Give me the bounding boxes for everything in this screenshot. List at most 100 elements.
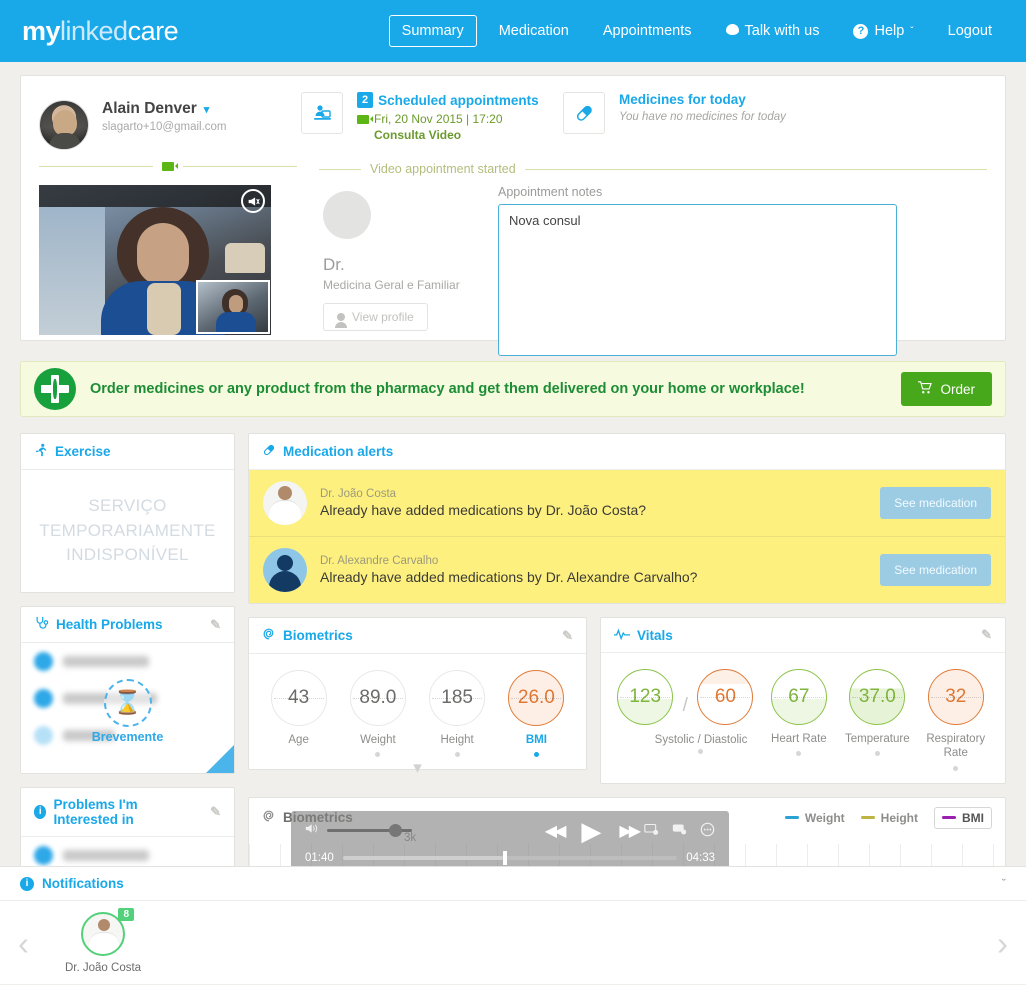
appointment-datetime: Fri, 20 Nov 2015 | 17:20 xyxy=(374,112,503,126)
appointment-notes-input[interactable] xyxy=(498,204,897,356)
metric-temperature[interactable]: 37.0 Temperature xyxy=(841,669,913,771)
player-main-row: ◀◀ ▶ ▶▶ xyxy=(291,814,729,848)
nav-item-logout[interactable]: Logout xyxy=(936,16,1004,46)
question-circle-icon: ? xyxy=(853,23,869,39)
notification-count-badge: 8 xyxy=(118,908,135,921)
metric-series-dot[interactable] xyxy=(874,751,880,757)
brand-logo-linked: linked xyxy=(60,15,128,46)
play-icon[interactable]: ▶ xyxy=(581,818,601,844)
medicines-today-block[interactable]: Medicines for today You have no medicine… xyxy=(557,92,786,134)
legend-item-bmi[interactable]: BMI xyxy=(934,806,992,829)
medication-alerts-card-title: Medication alerts xyxy=(283,444,394,459)
brand-logo[interactable]: mylinkedcare xyxy=(22,15,179,47)
notifications-header[interactable]: i Notifications ˇ xyxy=(0,867,1026,901)
nav-item-medication[interactable]: Medication xyxy=(487,16,581,46)
pill-icon xyxy=(563,92,605,134)
notification-item[interactable]: 8 Dr. João Costa xyxy=(65,908,141,974)
video-call-area[interactable] xyxy=(39,185,271,335)
metric-series-dot[interactable] xyxy=(454,752,460,758)
appointment-notes-label: Appointment notes xyxy=(498,185,603,199)
user-profile-block[interactable]: Alain Denver ▾ slagarto+10@gmail.com xyxy=(39,92,297,150)
nav-item-summary-label: Summary xyxy=(401,23,464,39)
volume-slider[interactable] xyxy=(327,824,412,838)
chevron-down-icon[interactable]: ˇ xyxy=(1002,876,1006,891)
add-health-problem-button[interactable]: + xyxy=(206,745,234,773)
edit-pencil-icon[interactable]: ✎ xyxy=(981,627,992,643)
metric-series-dot[interactable] xyxy=(698,749,703,754)
metric-label: Weight xyxy=(360,734,396,746)
metric-series-dot[interactable] xyxy=(953,765,959,771)
metric-label: Respiratory Rate xyxy=(926,733,986,760)
player-transport-controls: ◀◀ ▶ ▶▶ xyxy=(545,818,641,844)
nav-item-appointments[interactable]: Appointments xyxy=(591,16,704,46)
edit-pencil-icon[interactable]: ✎ xyxy=(210,804,221,820)
nav-item-help-label: Help xyxy=(874,23,905,39)
metric-systolic[interactable]: 123 xyxy=(614,669,676,771)
order-button[interactable]: Order xyxy=(901,372,992,406)
more-options-icon[interactable] xyxy=(700,822,715,840)
metric-series-dot[interactable] xyxy=(375,752,381,758)
player-seek-handle[interactable] xyxy=(503,850,508,865)
alert-content: Dr. Alexandre Carvalho Already have adde… xyxy=(320,555,867,585)
pharmacy-promo-banner: Order medicines or any product from the … xyxy=(20,361,1006,417)
legend-item-weight[interactable]: Weight xyxy=(784,811,845,825)
see-medication-button[interactable]: See medication xyxy=(880,487,991,519)
edit-pencil-icon[interactable]: ✎ xyxy=(562,628,573,644)
chevron-down-icon[interactable]: ▾ xyxy=(413,758,422,778)
biometrics-card: Biometrics ✎ 43 Age 89.0 Weight 185 Heig… xyxy=(248,617,587,777)
view-profile-button[interactable]: View profile xyxy=(323,303,428,331)
fast-forward-icon[interactable]: ▶▶ xyxy=(619,821,641,841)
cart-icon xyxy=(918,381,933,397)
metric-series-dot[interactable] xyxy=(533,752,539,758)
metric-diastolic[interactable]: 60 xyxy=(694,669,756,771)
problems-interested-card-header: i Problems I'm Interested in ✎ xyxy=(21,788,234,837)
scheduled-appointments-block[interactable]: 2 Scheduled appointments Fri, 20 Nov 201… xyxy=(297,92,557,142)
chat-icon[interactable] xyxy=(672,823,687,839)
carousel-next-button[interactable]: › xyxy=(997,927,1008,960)
volume-slider-handle[interactable] xyxy=(389,824,402,838)
metric-height[interactable]: 185 Height xyxy=(421,670,493,758)
pharmacy-cross-icon xyxy=(34,368,76,410)
video-divider-right: Video appointment started xyxy=(297,162,987,176)
nav-item-talk-label: Talk with us xyxy=(744,23,820,39)
metric-bmi[interactable]: 26.0 BMI xyxy=(500,670,572,758)
nav-item-talk-with-us[interactable]: Talk with us xyxy=(714,16,832,46)
nav-item-help[interactable]: ? Help ˇ xyxy=(841,16,925,46)
user-name-row[interactable]: Alain Denver ▾ xyxy=(102,100,227,118)
metric-weight[interactable]: 89.0 Weight xyxy=(342,670,414,758)
metric-series-dot[interactable] xyxy=(796,751,802,757)
avatar[interactable] xyxy=(39,100,89,150)
mute-megaphone-icon[interactable] xyxy=(241,189,265,213)
metric-label: Temperature xyxy=(845,733,910,745)
alert-row: Dr. João Costa Already have added medica… xyxy=(249,470,1005,537)
legend-item-height[interactable]: Height xyxy=(860,811,918,825)
nav-item-summary[interactable]: Summary xyxy=(388,15,477,47)
player-seek-buffer xyxy=(342,855,504,860)
alert-content: Dr. João Costa Already have added medica… xyxy=(320,488,867,518)
player-total-time: 04:33 xyxy=(686,851,715,864)
metric-value-ring: 89.0 xyxy=(349,670,406,726)
local-video-preview[interactable] xyxy=(196,280,270,334)
chevron-down-icon[interactable]: ▾ xyxy=(204,103,210,116)
rewind-icon[interactable]: ◀◀ xyxy=(545,821,567,841)
running-icon xyxy=(34,443,48,460)
medicines-title: Medicines for today xyxy=(619,92,746,107)
chat-bubble-icon xyxy=(725,23,739,39)
appointment-title: Scheduled appointments xyxy=(378,92,539,108)
edit-pencil-icon[interactable]: ✎ xyxy=(210,617,221,633)
notifications-panel: i Notifications ˇ ‹ 8 Dr. João Costa › xyxy=(0,866,1026,984)
doctor-avatar xyxy=(323,191,371,239)
alert-author: Dr. João Costa xyxy=(320,488,397,500)
heartbeat-icon xyxy=(614,628,630,643)
speaker-icon[interactable] xyxy=(305,822,320,839)
metric-age[interactable]: 43 Age xyxy=(263,670,335,757)
carousel-prev-button[interactable]: ‹ xyxy=(18,927,29,960)
coming-soon-label: Brevemente xyxy=(91,729,164,744)
player-seek-bar[interactable] xyxy=(342,850,678,865)
appointment-title-row: 2 Scheduled appointments xyxy=(357,92,539,108)
see-medication-button[interactable]: See medication xyxy=(880,554,991,586)
metric-heart-rate[interactable]: 67 Heart Rate xyxy=(763,669,835,771)
left-sidebar: Exercise SERVIÇO TEMPORARIAMENTE INDISPO… xyxy=(20,433,235,888)
screen-share-icon[interactable] xyxy=(644,823,659,839)
metric-respiratory-rate[interactable]: 32 Respiratory Rate xyxy=(920,669,992,771)
